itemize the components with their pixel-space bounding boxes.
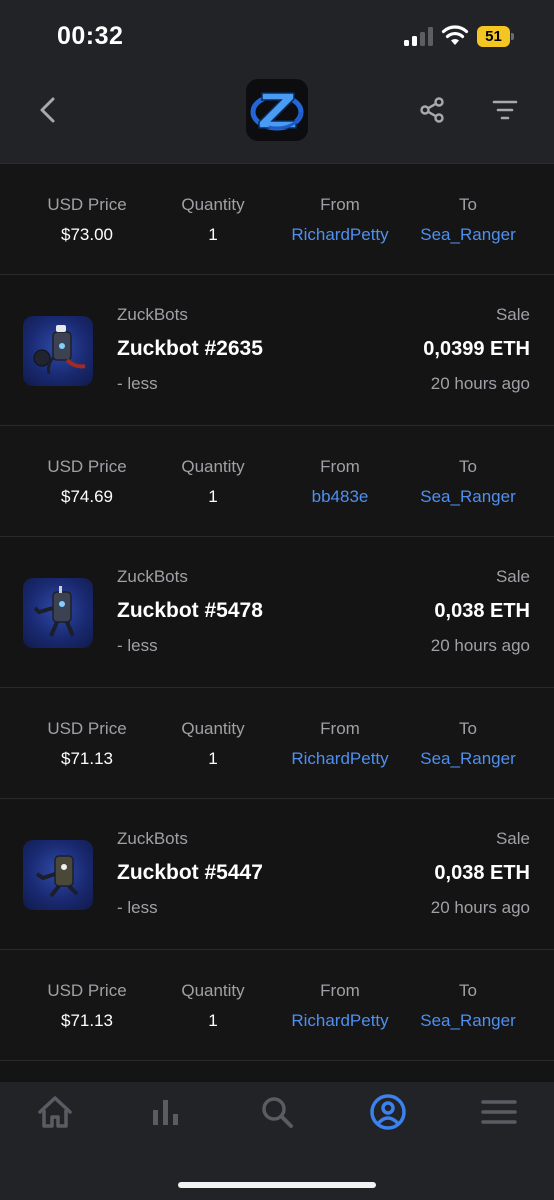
home-indicator[interactable] bbox=[178, 1182, 376, 1188]
to-label: To bbox=[459, 195, 477, 214]
timestamp: 20 hours ago bbox=[430, 898, 530, 917]
app-logo bbox=[246, 79, 308, 141]
status-time: 00:32 bbox=[57, 22, 124, 50]
collection-name: ZuckBots bbox=[117, 305, 188, 324]
quantity-column: Quantity 1 bbox=[163, 718, 263, 770]
to-user-link[interactable]: Sea_Ranger bbox=[408, 748, 528, 770]
stats-icon[interactable] bbox=[146, 1092, 186, 1132]
usd-price-value: $71.13 bbox=[61, 749, 113, 768]
wifi-icon bbox=[441, 25, 469, 45]
nft-thumbnail bbox=[23, 316, 93, 386]
quantity-column: Quantity 1 bbox=[163, 456, 263, 508]
collection-name: ZuckBots bbox=[117, 567, 188, 586]
from-user-link[interactable]: bb483e bbox=[280, 486, 400, 508]
to-column: To Sea_Ranger bbox=[408, 718, 528, 770]
activity-item[interactable]: ZuckBots Zuckbot #2635 - less Sale 0,039… bbox=[0, 275, 554, 425]
usd-price-column: USD Price $74.69 bbox=[36, 456, 138, 508]
usd-price-column: USD Price $71.13 bbox=[36, 980, 138, 1032]
from-user-link[interactable]: RichardPetty bbox=[280, 224, 400, 246]
to-label: To bbox=[459, 457, 477, 476]
less-toggle[interactable]: - less bbox=[117, 374, 158, 394]
activity-item[interactable]: ZuckBots Zuckbot #5447 - less Sale 0,038… bbox=[0, 799, 554, 949]
from-label: From bbox=[320, 719, 360, 738]
profile-icon[interactable] bbox=[368, 1092, 408, 1132]
cellular-signal-icon bbox=[404, 27, 434, 46]
usd-price-label: USD Price bbox=[47, 981, 127, 1000]
to-column: To Sea_Ranger bbox=[408, 456, 528, 508]
usd-price-label: USD Price bbox=[47, 457, 127, 476]
usd-price-label: USD Price bbox=[47, 195, 127, 214]
from-column: From RichardPetty bbox=[280, 980, 400, 1032]
to-user-link[interactable]: Sea_Ranger bbox=[408, 486, 528, 508]
less-toggle[interactable]: - less bbox=[117, 636, 158, 656]
usd-price-column: USD Price $73.00 bbox=[36, 194, 138, 246]
quantity-column: Quantity 1 bbox=[163, 980, 263, 1032]
nft-thumbnail bbox=[23, 578, 93, 648]
from-column: From RichardPetty bbox=[280, 718, 400, 770]
to-column: To Sea_Ranger bbox=[408, 194, 528, 246]
usd-price-value: $71.13 bbox=[61, 1011, 113, 1030]
menu-icon[interactable] bbox=[479, 1092, 519, 1132]
from-user-link[interactable]: RichardPetty bbox=[280, 748, 400, 770]
top-nav-bar bbox=[0, 72, 554, 164]
event-type: Sale bbox=[495, 829, 530, 848]
eth-price: 0,038 ETH bbox=[434, 862, 530, 884]
timestamp: 20 hours ago bbox=[430, 636, 530, 655]
quantity-label: Quantity bbox=[181, 719, 245, 738]
share-icon[interactable] bbox=[418, 96, 446, 124]
from-label: From bbox=[320, 981, 360, 1000]
to-label: To bbox=[459, 981, 477, 1000]
event-type: Sale bbox=[495, 567, 530, 586]
less-toggle[interactable]: - less bbox=[117, 898, 158, 918]
activity-list[interactable]: USD Price $73.00 Quantity 1 From Richard… bbox=[0, 164, 554, 1082]
quantity-label: Quantity bbox=[181, 195, 245, 214]
home-icon[interactable] bbox=[35, 1092, 75, 1132]
quantity-value: 1 bbox=[208, 225, 218, 244]
eth-price: 0,038 ETH bbox=[434, 600, 530, 622]
filter-icon[interactable] bbox=[491, 98, 519, 122]
timestamp: 20 hours ago bbox=[430, 374, 530, 393]
from-user-link[interactable]: RichardPetty bbox=[280, 1010, 400, 1032]
sale-details-row: USD Price $74.69 Quantity 1 From bb483e … bbox=[0, 426, 554, 536]
collection-name: ZuckBots bbox=[117, 829, 188, 848]
quantity-label: Quantity bbox=[181, 981, 245, 1000]
sale-details-row: USD Price $73.00 Quantity 1 From Richard… bbox=[0, 164, 554, 274]
to-label: To bbox=[459, 719, 477, 738]
event-type: Sale bbox=[495, 305, 530, 324]
to-user-link[interactable]: Sea_Ranger bbox=[408, 1010, 528, 1032]
battery-icon: 51 bbox=[477, 26, 515, 48]
divider bbox=[0, 1060, 554, 1061]
sale-details-row: USD Price $71.13 Quantity 1 From Richard… bbox=[0, 688, 554, 798]
quantity-value: 1 bbox=[208, 749, 218, 768]
sale-details-row: USD Price $71.13 Quantity 1 From Richard… bbox=[0, 950, 554, 1060]
quantity-value: 1 bbox=[208, 487, 218, 506]
from-column: From bb483e bbox=[280, 456, 400, 508]
usd-price-value: $74.69 bbox=[61, 487, 113, 506]
nft-name[interactable]: Zuckbot #2635 bbox=[117, 337, 263, 361]
to-column: To Sea_Ranger bbox=[408, 980, 528, 1032]
from-label: From bbox=[320, 195, 360, 214]
nft-name[interactable]: Zuckbot #5478 bbox=[117, 599, 263, 623]
from-column: From RichardPetty bbox=[280, 194, 400, 246]
to-user-link[interactable]: Sea_Ranger bbox=[408, 224, 528, 246]
activity-item[interactable]: ZuckBots Zuckbot #5478 - less Sale 0,038… bbox=[0, 537, 554, 687]
quantity-value: 1 bbox=[208, 1011, 218, 1030]
from-label: From bbox=[320, 457, 360, 476]
search-icon[interactable] bbox=[257, 1092, 297, 1132]
eth-price: 0,0399 ETH bbox=[423, 338, 530, 360]
usd-price-label: USD Price bbox=[47, 719, 127, 738]
nft-name[interactable]: Zuckbot #5447 bbox=[117, 861, 263, 885]
status-bar: 00:32 51 bbox=[0, 0, 554, 72]
usd-price-value: $73.00 bbox=[61, 225, 113, 244]
back-chevron-icon[interactable] bbox=[36, 95, 60, 125]
nft-thumbnail bbox=[23, 840, 93, 910]
battery-level: 51 bbox=[477, 26, 510, 47]
quantity-column: Quantity 1 bbox=[163, 194, 263, 246]
quantity-label: Quantity bbox=[181, 457, 245, 476]
usd-price-column: USD Price $71.13 bbox=[36, 718, 138, 770]
